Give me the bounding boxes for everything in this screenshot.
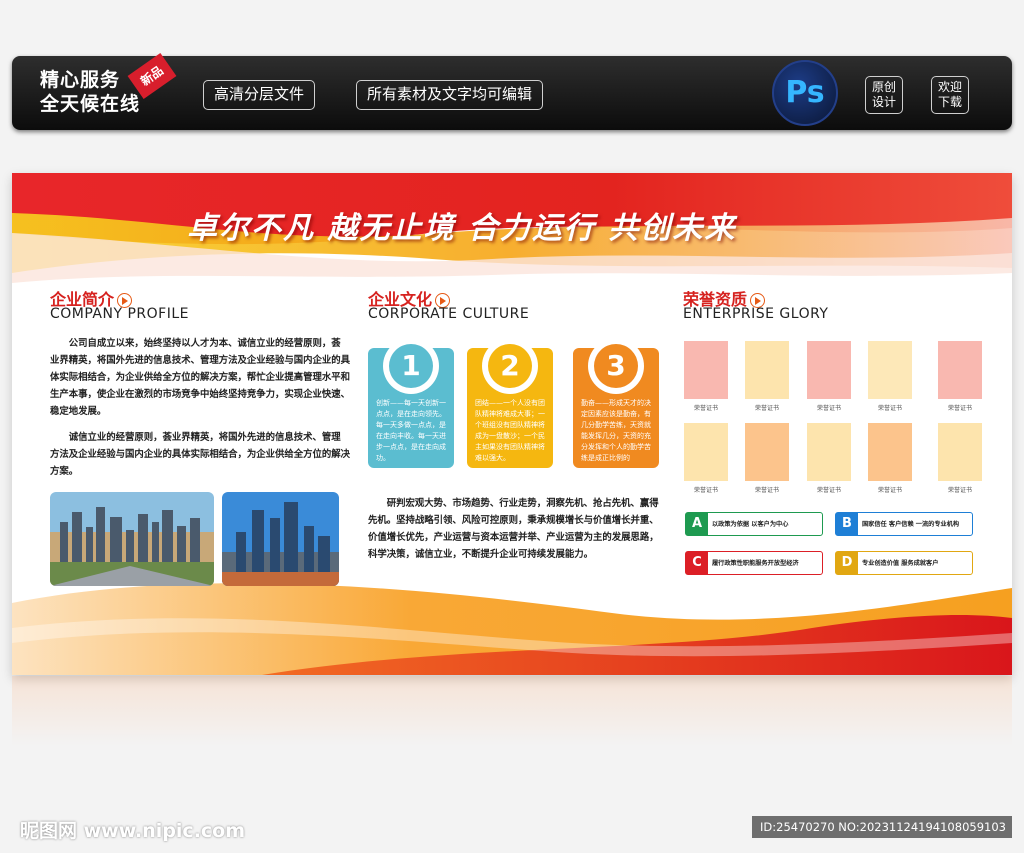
profile-title-en: COMPANY PROFILE — [50, 306, 189, 322]
board-reflection — [12, 676, 1012, 746]
hd-layered-badge: 高清分层文件 — [203, 80, 316, 110]
editable-badge: 所有素材及文字均可编辑 — [356, 80, 544, 110]
promo-bar: 精心服务 全天候在线 新品 高清分层文件 所有素材及文字均可编辑 Ps 原创 设… — [12, 53, 1012, 130]
headline-slogan: 卓尔不凡 越无止境 合力运行 共创未来 — [187, 211, 737, 246]
certificate-label: 荣誉证书 — [947, 487, 972, 494]
certificate-label: 荣誉证书 — [877, 487, 902, 494]
card-text-2: 团结——一个人没有团队精神将难成大事；一个班组没有团队精神将成为一盘散沙；一个民… — [475, 399, 545, 462]
certificate-8 — [807, 423, 851, 481]
card-text-3: 勤奋——形成天才的决定因素应该是勤奋，有几分勤学苦练，天资就能发挥几分，天资的充… — [581, 399, 651, 462]
certificate-10 — [938, 423, 982, 481]
profile-paragraph-1: 公司自成立以来，始终坚持以人才为本、诚信立业的经营原则，荟业界精英，将国外先进的… — [50, 338, 351, 417]
certificate-label: 荣誉证书 — [816, 487, 841, 494]
certificate-3 — [807, 341, 851, 399]
letter-a-badge: A — [686, 513, 708, 535]
principle-text-b: 国家信任 客户信赖 一流的专业机构 — [862, 521, 960, 528]
culture-card-3: 3 勤奋——形成天才的决定因素应该是勤奋，有几分勤学苦练，天资就能发挥几分，天资… — [573, 338, 659, 468]
original-design-button[interactable]: 原创 设计 — [865, 76, 903, 114]
principle-text-d: 专业创造价值 服务成就客户 — [862, 560, 939, 567]
card-text-1: 创新——每一天创新一点点，是在走向领先。每一天多做一点点，是在走向丰收。每一天进… — [376, 399, 446, 462]
card-number-2: 2 — [488, 344, 532, 388]
certificate-label: 荣誉证书 — [947, 405, 972, 412]
letter-c-badge: C — [686, 552, 708, 574]
certificate-7 — [745, 423, 789, 481]
culture-card-2: 2 团结——一个人没有团队精神将难成大事；一个班组没有团队精神将成为一盘散沙；一… — [467, 338, 553, 468]
certificate-6 — [684, 423, 728, 481]
download-button[interactable]: 欢迎 下载 — [931, 76, 969, 114]
image-id-bar: ID:25470270 NO:20231124194108059103 — [752, 816, 1012, 838]
profile-paragraph-2: 诚信立业的经营原则，荟业界精英，将国外先进的信息技术、管理方法及企业经验与国内企… — [50, 432, 351, 477]
nipic-watermark: 昵图网 www.nipic.com — [20, 820, 246, 842]
certificate-4 — [868, 341, 912, 399]
certificate-label: 荣誉证书 — [693, 405, 718, 412]
glory-title-en: ENTERPRISE GLORY — [683, 306, 829, 322]
certificate-label: 荣誉证书 — [754, 405, 779, 412]
certificate-9 — [868, 423, 912, 481]
certificate-2 — [745, 341, 789, 399]
principle-box-a: A 以政策为依据 以客户为中心 — [685, 512, 823, 536]
culture-paragraph: 研判宏观大势、市场趋势、行业走势，洞察先机、抢占先机、赢得先机。坚持战略引领、风… — [368, 498, 659, 560]
footer-watermark-bar: 昵图网 www.nipic.com ID:25470270 NO:2023112… — [0, 808, 1024, 853]
city-photo-1 — [50, 492, 214, 586]
letter-d-badge: D — [836, 552, 858, 574]
principle-box-d: D 专业创造价值 服务成就客户 — [835, 551, 973, 575]
card-number-1: 1 — [389, 344, 433, 388]
certificate-1 — [684, 341, 728, 399]
culture-card-1: 1 创新——每一天创新一点点，是在走向领先。每一天多做一点点，是在走向丰收。每一… — [368, 338, 454, 468]
certificate-label: 荣誉证书 — [693, 487, 718, 494]
city-photo-2 — [222, 492, 339, 586]
certificate-5 — [938, 341, 982, 399]
principle-text-a: 以政策为依据 以客户为中心 — [712, 521, 789, 528]
service-slogan: 精心服务 全天候在线 — [40, 68, 140, 116]
slogan-line-1: 精心服务 — [40, 69, 121, 91]
principle-box-b: B 国家信任 客户信赖 一流的专业机构 — [835, 512, 973, 536]
slogan-line-2: 全天候在线 — [40, 93, 141, 115]
display-board: 卓尔不凡 越无止境 合力运行 共创未来 企业简介 COMPANY PROFILE… — [12, 173, 1012, 675]
letter-b-badge: B — [836, 513, 858, 535]
certificate-label: 荣誉证书 — [754, 487, 779, 494]
certificate-label: 荣誉证书 — [877, 405, 902, 412]
certificate-label: 荣誉证书 — [816, 405, 841, 412]
principle-box-c: C 履行政策性职能服务开放型经济 — [685, 551, 823, 575]
card-number-3: 3 — [594, 344, 638, 388]
principle-text-c: 履行政策性职能服务开放型经济 — [712, 560, 799, 567]
photoshop-icon: Ps — [772, 60, 838, 126]
culture-title-en: CORPORATE CULTURE — [368, 306, 530, 322]
